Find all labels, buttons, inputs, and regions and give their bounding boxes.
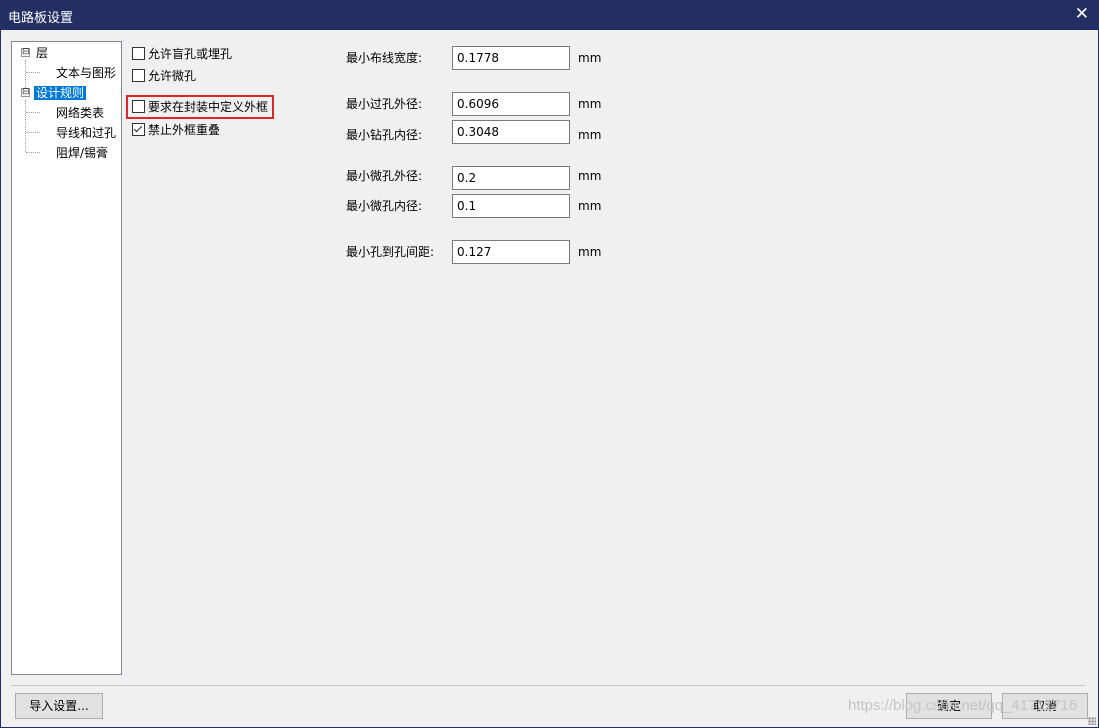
min-hole-spacing-label: 最小孔到孔间距: [346,245,435,259]
tree-item-mask-paste[interactable]: 阻焊/锡膏 [56,144,108,162]
min-track-width-label: 最小布线宽度: [346,51,423,65]
tree-item-layers[interactable]: 层 [36,44,48,62]
checkbox-label: 允许微孔 [148,69,197,83]
tree-item-design-rules[interactable]: 设计规则 [34,84,87,102]
min-microvia-drill-input[interactable] [452,194,570,218]
checkbox-prohibit-overlap[interactable]: 禁止外框重叠 [132,121,220,139]
tree-item-text-graphics[interactable]: 文本与图形 [56,64,116,82]
min-via-diameter-input[interactable] [452,92,570,116]
tree-item-tracks-vias[interactable]: 导线和过孔 [56,124,116,142]
import-settings-button[interactable]: 导入设置... [15,693,103,719]
collapse-icon[interactable]: ⊟ [21,48,30,57]
unit-label: mm [578,245,602,259]
unit-label: mm [578,128,602,142]
checkbox-label: 禁止外框重叠 [148,123,221,137]
tree-item-net-classes[interactable]: 网络类表 [56,104,104,122]
close-icon[interactable]: ✕ [1075,4,1089,24]
min-track-width-input[interactable] [452,46,570,70]
checkbox-label: 要求在封装中定义外框 [148,100,269,114]
checkbox-require-courtyard[interactable]: 要求在封装中定义外框 [132,98,268,116]
tree-item-label: 阻焊/锡膏 [56,146,109,160]
unit-label: mm [578,51,602,65]
unit-label: mm [578,169,602,183]
separator [11,685,1086,686]
unit-label: mm [578,199,602,213]
min-drill-input[interactable] [452,120,570,144]
min-microvia-diameter-input[interactable] [452,166,570,190]
resize-grip-icon[interactable] [1088,717,1096,725]
title-bar: 电路板设置 ✕ [0,0,1099,30]
tree-item-label: 导线和过孔 [56,126,117,140]
window-title: 电路板设置 [8,11,74,26]
checkbox-box[interactable] [132,123,145,136]
min-drill-label: 最小钻孔内径: [346,128,423,142]
checkbox-box[interactable] [132,47,145,60]
tree-item-label: 网络类表 [56,106,105,120]
checkbox-label: 允许盲孔或埋孔 [148,47,233,61]
checkbox-allow-blind-buried-vias[interactable]: 允许盲孔或埋孔 [132,45,232,63]
tree-item-label: 设计规则 [34,86,87,100]
min-hole-spacing-input[interactable] [452,240,570,264]
checkbox-box[interactable] [132,69,145,82]
tree-item-label: 层 [36,46,49,60]
min-microvia-diameter-label: 最小微孔外径: [346,169,423,183]
min-microvia-drill-label: 最小微孔内径: [346,199,423,213]
unit-label: mm [578,97,602,111]
collapse-icon[interactable]: ⊟ [21,88,30,97]
watermark-text: https://blog.csdn.net/qq_41711716 [848,697,1078,714]
settings-tree[interactable]: ⊟ 层 文本与图形 ⊟ 设计规则 网络类表 导线和过孔 阻焊/锡膏 [11,41,122,675]
checkbox-allow-micro-vias[interactable]: 允许微孔 [132,67,196,85]
min-via-diameter-label: 最小过孔外径: [346,97,423,111]
tree-item-label: 文本与图形 [56,66,117,80]
checkbox-box[interactable] [132,100,145,113]
